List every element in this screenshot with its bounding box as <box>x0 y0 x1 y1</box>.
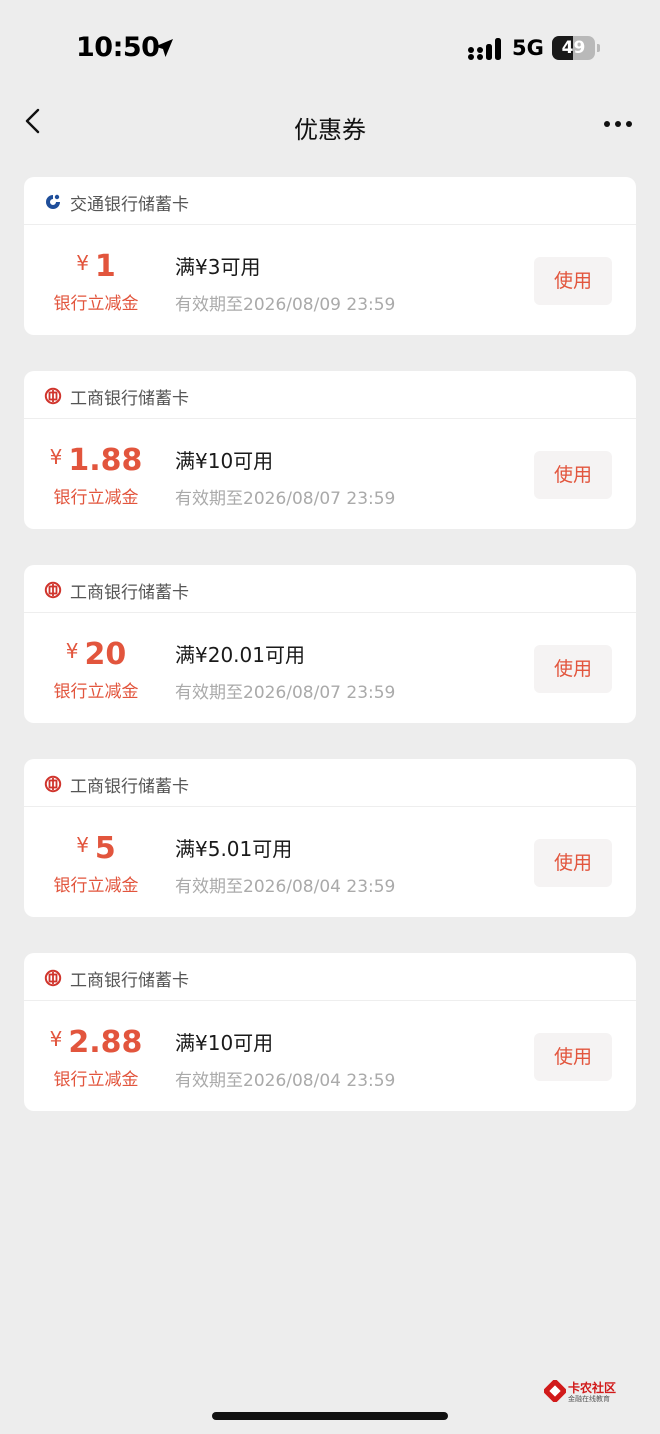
status-time: 10:50 <box>76 32 160 63</box>
use-button[interactable]: 使用 <box>534 645 612 693</box>
coupon-card-body: ¥5 银行立减金 满¥5.01可用 有效期至2026/08/04 23:59 使… <box>24 807 636 917</box>
location-arrow-icon <box>155 39 173 57</box>
page-title: 优惠券 <box>294 116 366 144</box>
validity-date: 有效期至2026/08/07 23:59 <box>175 683 396 703</box>
cellular-signal-icon <box>468 38 501 60</box>
currency-symbol: ¥ <box>76 251 89 275</box>
usage-threshold: 满¥20.01可用 <box>175 643 305 667</box>
discount-type: 银行立减金 <box>53 488 139 508</box>
coupon-card-header: 工商银行储蓄卡 <box>24 371 636 419</box>
bank-name: 工商银行储蓄卡 <box>70 389 189 409</box>
coupon-amount: ¥5 <box>24 831 168 866</box>
bocom-logo-icon <box>44 193 62 211</box>
coupon-card-body: ¥20 银行立减金 满¥20.01可用 有效期至2026/08/07 23:59… <box>24 613 636 723</box>
use-button[interactable]: 使用 <box>534 451 612 499</box>
use-button[interactable]: 使用 <box>534 257 612 305</box>
usage-threshold: 满¥3可用 <box>175 255 261 279</box>
discount-type: 银行立减金 <box>53 294 139 314</box>
validity-date: 有效期至2026/08/09 23:59 <box>175 295 396 315</box>
home-indicator <box>212 1412 448 1420</box>
icbc-logo-icon <box>44 775 62 793</box>
coupon-card-header: 工商银行储蓄卡 <box>24 953 636 1001</box>
coupon-screen: 10:50 5G 49 优惠券 交通银行储蓄卡 ¥ 1 银行立减金 满¥3可用 … <box>0 0 660 1434</box>
usage-threshold: 满¥10可用 <box>175 1031 274 1055</box>
coupon-list: 交通银行储蓄卡 ¥1 银行立减金 满¥3可用 有效期至2026/08/09 23… <box>24 177 636 1147</box>
coupon-card-4: 工商银行储蓄卡 ¥5 银行立减金 满¥5.01可用 有效期至2026/08/04… <box>24 759 636 917</box>
coupon-card-body: ¥2.88 银行立减金 满¥10可用 有效期至2026/08/04 23:59 … <box>24 1001 636 1111</box>
use-button[interactable]: 使用 <box>534 1033 612 1081</box>
validity-date: 有效期至2026/08/07 23:59 <box>175 489 396 509</box>
icbc-logo-icon <box>44 969 62 987</box>
validity-date: 有效期至2026/08/04 23:59 <box>175 877 396 897</box>
coupon-amount: ¥1 <box>24 249 168 284</box>
discount-type: 银行立减金 <box>53 876 139 896</box>
battery-cap <box>597 44 600 52</box>
amount-value: 20 <box>84 637 127 672</box>
bank-name: 工商银行储蓄卡 <box>70 583 189 603</box>
validity-date: 有效期至2026/08/04 23:59 <box>175 1071 396 1091</box>
currency-symbol: ¥ <box>49 1027 63 1051</box>
more-button[interactable] <box>598 112 638 136</box>
amount-value: 1.88 <box>68 443 143 478</box>
currency-symbol: ¥ <box>76 833 89 857</box>
watermark-subtitle: 金融在线教育 <box>568 1395 610 1403</box>
status-bar: 10:50 5G 49 <box>0 0 660 98</box>
coupon-card-header: 工商银行储蓄卡 <box>24 759 636 807</box>
coupon-amount: ¥20 <box>24 637 168 672</box>
discount-type: 银行立减金 <box>53 682 139 702</box>
icbc-logo-icon <box>44 387 62 405</box>
coupon-card-body: ¥1.88 银行立减金 满¥10可用 有效期至2026/08/07 23:59 … <box>24 419 636 529</box>
kanong-logo-icon <box>544 1380 566 1402</box>
currency-symbol: ¥ <box>65 639 79 663</box>
coupon-card-header: 工商银行储蓄卡 <box>24 565 636 613</box>
amount-value: 5 <box>94 831 116 866</box>
more-dots-icon <box>604 121 632 127</box>
usage-threshold: 满¥10可用 <box>175 449 274 473</box>
battery-level: 49 <box>561 38 586 58</box>
coupon-card-1: 交通银行储蓄卡 ¥1 银行立减金 满¥3可用 有效期至2026/08/09 23… <box>24 177 636 335</box>
currency-symbol: ¥ <box>49 445 63 469</box>
usage-threshold: 满¥5.01可用 <box>175 837 293 861</box>
icbc-logo-icon <box>44 581 62 599</box>
nav-bar: 优惠券 <box>0 98 660 156</box>
coupon-amount: ¥2.88 <box>24 1025 168 1060</box>
coupon-card-2: 工商银行储蓄卡 ¥1.88 银行立减金 满¥10可用 有效期至2026/08/0… <box>24 371 636 529</box>
amount-value: 2.88 <box>68 1025 143 1060</box>
coupon-card-header: 交通银行储蓄卡 <box>24 177 636 225</box>
coupon-card-body: ¥1 银行立减金 满¥3可用 有效期至2026/08/09 23:59 使用 <box>24 225 636 335</box>
coupon-amount: ¥1.88 <box>24 443 168 478</box>
coupon-card-5: 工商银行储蓄卡 ¥2.88 银行立减金 满¥10可用 有效期至2026/08/0… <box>24 953 636 1111</box>
amount-value: 1 <box>94 249 116 284</box>
network-type: 5G <box>512 36 544 60</box>
use-button[interactable]: 使用 <box>534 839 612 887</box>
battery-indicator: 49 <box>552 36 600 60</box>
bank-name: 交通银行储蓄卡 <box>70 195 189 215</box>
bank-name: 工商银行储蓄卡 <box>70 777 189 797</box>
discount-type: 银行立减金 <box>53 1070 139 1090</box>
coupon-card-3: 工商银行储蓄卡 ¥20 银行立减金 满¥20.01可用 有效期至2026/08/… <box>24 565 636 723</box>
watermark: 卡农社区 金融在线教育 <box>544 1378 630 1406</box>
bank-name: 工商银行储蓄卡 <box>70 971 189 991</box>
